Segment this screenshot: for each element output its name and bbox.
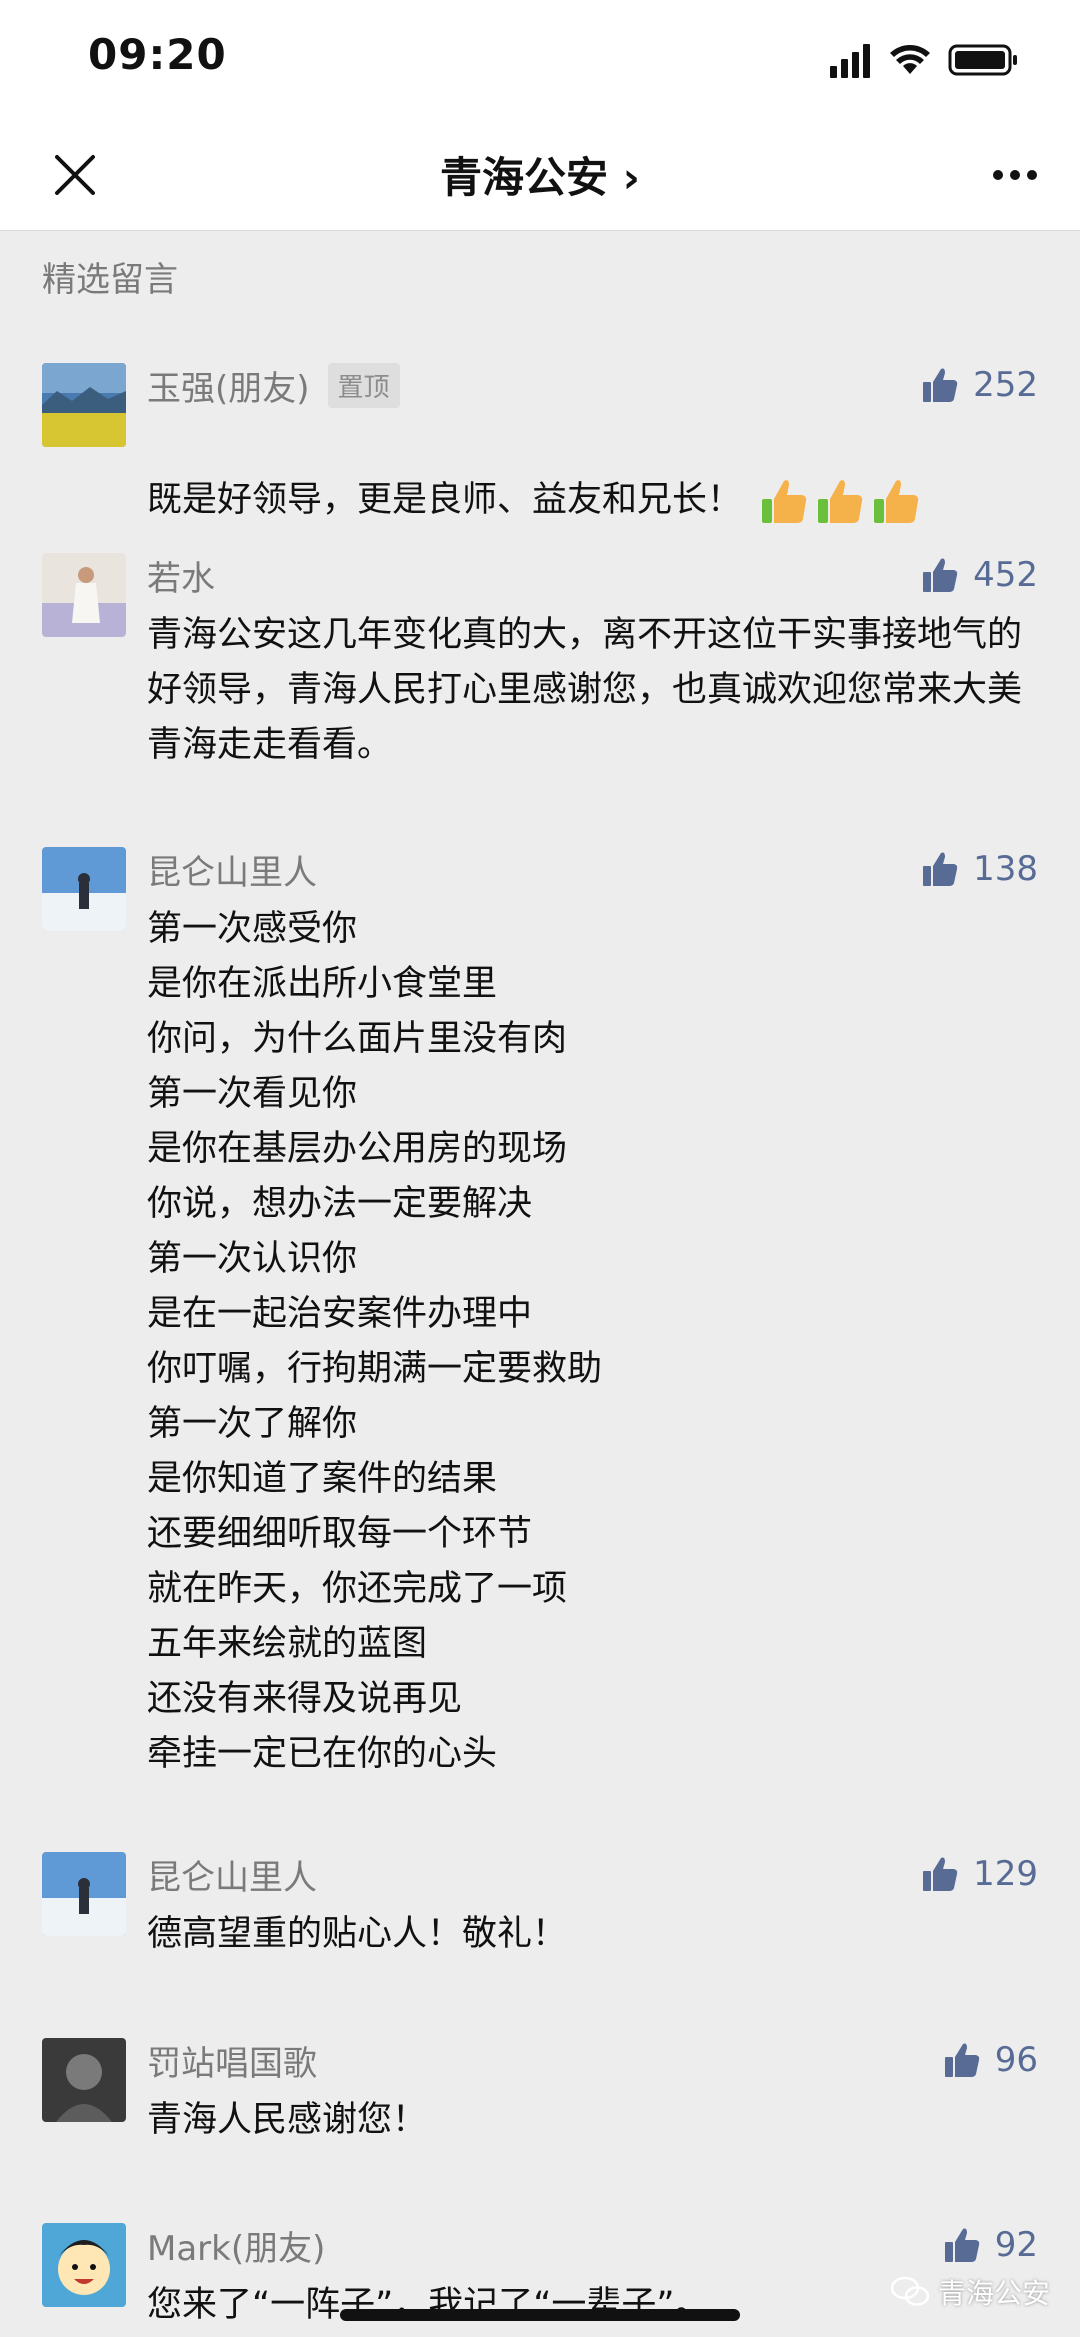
thumbs-up-emoji-group — [758, 475, 926, 527]
comment-item: 玉强(朋友) 置顶 252 既是好领导，更是良师、益友和兄长！ — [0, 360, 1080, 523]
like-count: 452 — [973, 555, 1038, 595]
thumbs-up-icon — [923, 852, 958, 886]
thumbs-up-icon — [923, 1857, 958, 1891]
wechat-icon — [890, 2276, 930, 2306]
comment-text: 既是好领导，更是良师、益友和兄长！ — [147, 418, 1027, 528]
like-count: 138 — [973, 849, 1038, 889]
avatar[interactable] — [42, 847, 126, 931]
comment-item: 昆仑山里人 129 德高望重的贴心人！敬礼！ — [0, 1849, 1080, 1969]
like-button[interactable]: 92 — [943, 2220, 1038, 2270]
like-count: 96 — [994, 2040, 1038, 2080]
pinned-badge: 置顶 — [327, 362, 400, 408]
comment-author[interactable]: Mark(朋友) — [147, 2221, 325, 2270]
comment-text: 第一次感受你 是你在派出所小食堂里 你问，为什么面片里没有肉 第一次看见你 是你… — [147, 909, 603, 1774]
comment-item: 昆仑山里人 138 第一次感受你 是你在派出所小食堂里 你问，为什么面片里没有肉… — [0, 844, 1080, 1784]
thumbs-up-icon — [944, 2228, 979, 2262]
thumbs-up-icon — [923, 368, 958, 402]
avatar[interactable] — [42, 2038, 126, 2122]
like-count: 252 — [973, 365, 1038, 405]
more-icon[interactable] — [980, 140, 1050, 210]
avatar[interactable] — [42, 1852, 126, 1936]
comment-author[interactable]: 昆仑山里人 — [147, 1850, 317, 1899]
page-title[interactable]: 青海公安 › — [0, 144, 1080, 205]
thumbs-up-emoji-icon — [818, 480, 863, 523]
nav-bar: 青海公安 › — [0, 120, 1080, 231]
watermark: 青海公安 — [890, 2272, 1050, 2312]
comment-text: 德高望重的贴心人！敬礼！ — [147, 1914, 568, 1954]
signal-icon — [830, 44, 870, 78]
avatar[interactable] — [42, 553, 126, 637]
comment-author[interactable]: 玉强(朋友) — [147, 361, 310, 410]
like-button[interactable]: 138 — [921, 844, 1038, 894]
comment-text-content: 既是好领导，更是良师、益友和兄长！ — [147, 480, 743, 520]
like-button[interactable]: 96 — [943, 2035, 1038, 2085]
like-button[interactable]: 252 — [921, 360, 1038, 410]
comment-item: 若水 452 青海公安这几年变化真的大，离不开这位干实事接地气的好领导，青海人民… — [0, 550, 1080, 780]
like-button[interactable]: 452 — [921, 550, 1038, 600]
comment-text: 青海人民感谢您！ — [147, 2100, 428, 2140]
avatar[interactable] — [42, 2223, 126, 2307]
comment-text: 青海公安这几年变化真的大，离不开这位干实事接地气的好领导，青海人民打心里感谢您，… — [147, 615, 1023, 765]
comment-author[interactable]: 罚站唱国歌 — [147, 2036, 317, 2085]
comment-author[interactable]: 若水 — [147, 551, 215, 600]
thumbs-up-icon — [944, 2043, 979, 2077]
comment-item: 罚站唱国歌 96 青海人民感谢您！ — [0, 2035, 1080, 2155]
home-indicator[interactable] — [340, 2309, 740, 2321]
thumbs-up-icon — [923, 558, 958, 592]
like-count: 92 — [994, 2225, 1038, 2265]
section-title: 精选留言 — [42, 260, 178, 300]
status-time: 09:20 — [88, 30, 227, 79]
like-button[interactable]: 129 — [921, 1849, 1038, 1899]
thumbs-up-emoji-icon — [762, 480, 807, 523]
status-icons — [830, 44, 1017, 78]
comment-author[interactable]: 昆仑山里人 — [147, 845, 317, 894]
status-bar: 09:20 — [0, 0, 1080, 120]
battery-icon — [948, 44, 1017, 76]
wifi-icon — [890, 45, 930, 74]
watermark-text: 青海公安 — [937, 2277, 1050, 2310]
avatar[interactable] — [42, 363, 126, 447]
like-count: 129 — [973, 1854, 1038, 1894]
thumbs-up-emoji-icon — [874, 480, 919, 523]
